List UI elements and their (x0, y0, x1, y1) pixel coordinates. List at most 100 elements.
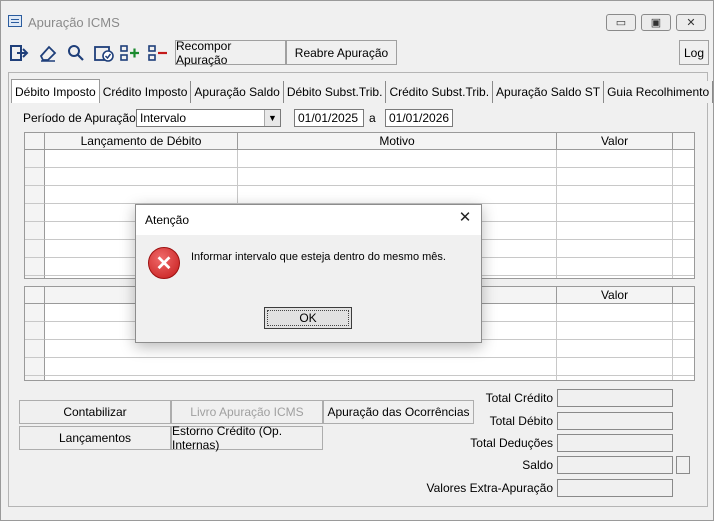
log-button[interactable]: Log (679, 40, 709, 65)
table-cell[interactable] (557, 340, 673, 358)
row-gutter[interactable] (25, 204, 45, 222)
calendar-check-icon[interactable] (93, 42, 115, 64)
period-type-value: Intervalo (140, 111, 187, 125)
row-gutter[interactable] (25, 304, 45, 322)
lancamentos-button[interactable]: Lançamentos (19, 426, 171, 450)
valores-extra-label: Valores Extra-Apuração (426, 481, 553, 495)
toolbar: Recompor Apuração Reabre Apuração Log (5, 38, 709, 67)
search-icon[interactable] (65, 42, 87, 64)
contabilizar-button[interactable]: Contabilizar (19, 400, 171, 424)
remove-row-icon[interactable] (147, 42, 169, 64)
period-end-field[interactable]: 01/01/2026 (385, 109, 453, 127)
chevron-down-icon[interactable]: ▼ (264, 110, 280, 126)
table-cell[interactable] (673, 358, 694, 376)
total-deducoes-label: Total Deduções (470, 436, 553, 450)
recompor-apuracao-button[interactable]: Recompor Apuração (175, 39, 286, 67)
table-cell[interactable] (557, 322, 673, 340)
close-icon[interactable]: ✕ (457, 210, 473, 226)
table-cell[interactable] (238, 186, 557, 204)
table-cell[interactable] (45, 186, 238, 204)
column-header-valor[interactable]: Valor (557, 133, 673, 150)
estorno-credito-button[interactable]: Estorno Crédito (Op. Internas) (171, 424, 323, 452)
table-cell[interactable] (238, 168, 557, 186)
maximize-button[interactable]: ▣ (641, 14, 671, 31)
tab-debito-imposto[interactable]: Débito Imposto (11, 79, 100, 103)
table-cell[interactable] (673, 322, 694, 340)
column-header-valor-2[interactable]: Valor (557, 287, 673, 304)
column-header-lancamento[interactable]: Lançamento de Débito (45, 133, 238, 150)
period-type-select[interactable]: Intervalo ▼ (136, 109, 281, 127)
table-cell[interactable] (673, 340, 694, 358)
table-cell[interactable] (45, 358, 557, 376)
ok-button[interactable]: OK (264, 307, 352, 329)
period-label: Período de Apuração (23, 111, 136, 125)
saldo-field (557, 456, 673, 474)
tab-credito-subst-trib[interactable]: Crédito Subst.Trib. (386, 81, 494, 103)
error-icon: ✕ (148, 247, 180, 279)
row-gutter[interactable] (25, 240, 45, 258)
row-gutter[interactable] (25, 258, 45, 276)
row-gutter[interactable] (25, 358, 45, 376)
row-gutter[interactable] (25, 276, 45, 278)
exit-icon[interactable] (8, 42, 30, 64)
table-cell[interactable] (557, 358, 673, 376)
alert-dialog: Atenção ✕ ✕ Informar intervalo que estej… (135, 204, 482, 343)
row-gutter[interactable] (25, 186, 45, 204)
table-cell[interactable] (557, 258, 673, 276)
table-cell[interactable] (557, 186, 673, 204)
table-cell[interactable] (557, 222, 673, 240)
table-cell[interactable] (557, 240, 673, 258)
table-cell[interactable] (673, 258, 694, 276)
tab-guia-recolhimento[interactable]: Guia Recolhimento (604, 81, 714, 103)
title-bar: Apuração ICMS ▭ ▣ ✕ (1, 1, 713, 35)
row-gutter[interactable] (25, 376, 45, 380)
table-cell[interactable] (673, 240, 694, 258)
period-start-field[interactable]: 01/01/2025 (294, 109, 364, 127)
row-gutter[interactable] (25, 340, 45, 358)
table-cell[interactable] (557, 204, 673, 222)
table-cell[interactable] (673, 304, 694, 322)
period-separator: a (369, 111, 376, 125)
table-cell[interactable] (673, 222, 694, 240)
table-cell[interactable] (673, 276, 694, 278)
tab-credito-imposto[interactable]: Crédito Imposto (99, 81, 192, 103)
tab-apuracao-saldo-st[interactable]: Apuração Saldo ST (493, 81, 605, 103)
table-cell[interactable] (557, 150, 673, 168)
table-cell[interactable] (238, 150, 557, 168)
eraser-icon[interactable] (37, 42, 59, 64)
row-gutter[interactable] (25, 322, 45, 340)
table-cell[interactable] (673, 168, 694, 186)
dialog-body: ✕ Informar intervalo que esteja dentro d… (136, 235, 481, 342)
table-cell[interactable] (673, 204, 694, 222)
row-gutter[interactable] (25, 168, 45, 186)
table-cell[interactable] (45, 376, 557, 380)
table-cell[interactable] (557, 304, 673, 322)
reabre-apuracao-button[interactable]: Reabre Apuração (286, 40, 397, 65)
tab-debito-subst-trib[interactable]: Débito Subst.Trib. (283, 81, 387, 103)
table-cell[interactable] (673, 376, 694, 380)
column-header-motivo[interactable]: Motivo (238, 133, 557, 150)
grid-header-filler (673, 133, 694, 150)
main-window: Apuração ICMS ▭ ▣ ✕ Recompor Apuração Re… (0, 0, 714, 521)
saldo-indicator[interactable] (676, 456, 690, 474)
table-cell[interactable] (673, 186, 694, 204)
app-icon (8, 15, 22, 27)
table-cell[interactable] (673, 150, 694, 168)
table-cell[interactable] (45, 168, 238, 186)
table-cell[interactable] (557, 168, 673, 186)
window-title: Apuração ICMS (28, 15, 120, 30)
row-gutter[interactable] (25, 150, 45, 168)
add-row-icon[interactable] (119, 42, 141, 64)
total-debito-field (557, 412, 673, 430)
minimize-button[interactable]: ▭ (606, 14, 636, 31)
tab-apuracao-saldo[interactable]: Apuração Saldo (191, 81, 284, 103)
row-gutter[interactable] (25, 222, 45, 240)
livro-apuracao-button[interactable]: Livro Apuração ICMS (171, 400, 323, 424)
table-cell[interactable] (45, 150, 238, 168)
total-credito-field (557, 389, 673, 407)
table-cell[interactable] (557, 276, 673, 278)
total-credito-label: Total Crédito (485, 391, 553, 405)
total-deducoes-field (557, 434, 673, 452)
table-cell[interactable] (557, 376, 673, 380)
close-button[interactable]: ✕ (676, 14, 706, 31)
